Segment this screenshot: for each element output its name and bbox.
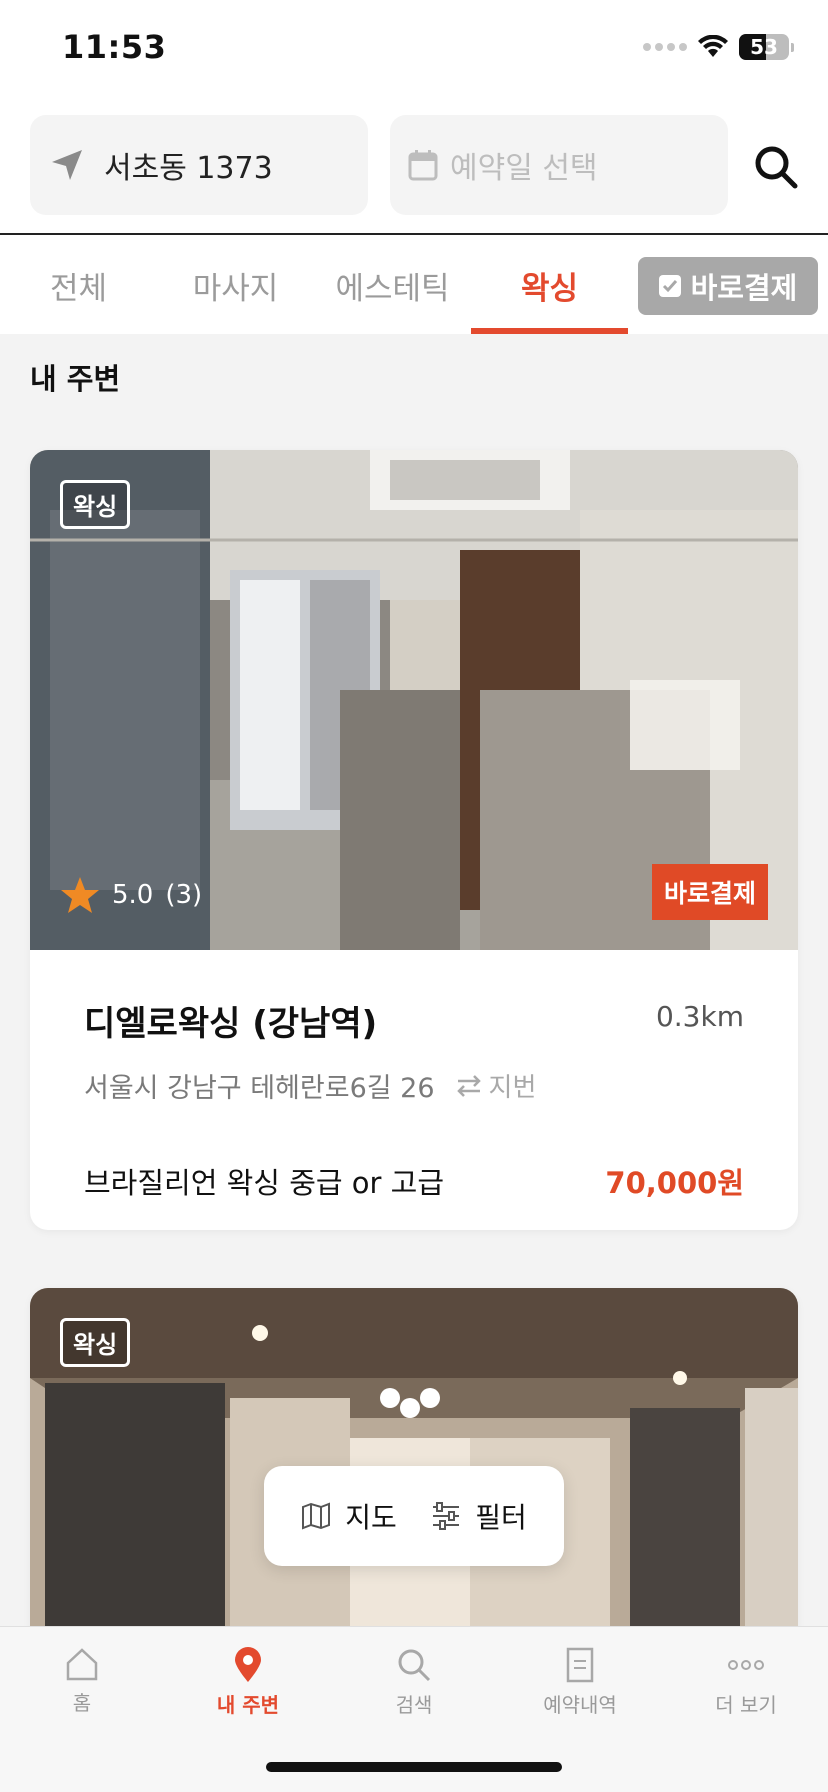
service-name: 브라질리언 왁싱 중급 or 고급 [84,1166,445,1200]
tab-waxing[interactable]: 왁싱 [471,237,628,334]
nav-bookings-label: 예약내역 [543,1693,617,1717]
checkbox-icon [658,275,681,297]
shop-info: 디엘로왁싱 (강남역) 0.3km 서울시 강남구 테헤란로6길 26 지번 브… [30,950,798,1230]
filter-label: 필터 [475,1501,527,1534]
search-icon[interactable] [752,143,800,191]
direct-pay-filter-button[interactable]: 바로결제 [638,257,818,315]
rating-score: 5.0 [112,880,154,910]
map-filter-bar: 지도 필터 [264,1466,564,1566]
battery-icon: 53 [739,34,789,60]
section-title: 내 주변 [0,334,828,420]
nav-bookings[interactable]: 예약내역 [510,1647,650,1718]
date-picker[interactable]: 예약일 선택 [390,115,728,215]
nav-nearby[interactable]: 내 주변 [178,1647,318,1718]
nav-more[interactable]: 더 보기 [676,1647,816,1718]
location-pin-icon [235,1647,261,1682]
shop-address: 서울시 강남구 테헤란로6길 26 [84,1073,435,1104]
service-price: 70,000원 [605,1166,744,1200]
map-icon [302,1502,331,1530]
date-placeholder: 예약일 선택 [450,151,598,186]
location-arrow-icon [52,150,82,180]
tab-massage[interactable]: 마사지 [157,237,314,334]
location-selector[interactable]: 서초동 1373 [30,115,368,215]
category-tag: 왁싱 [60,1318,131,1367]
shop-card[interactable]: 왁싱 [30,1288,798,1626]
nav-nearby-label: 내 주변 [216,1693,280,1717]
shop-photo: 왁싱 5.0 (3) 바로결제 [30,450,798,950]
nav-more-label: 더 보기 [715,1693,777,1717]
search-icon [398,1649,431,1682]
shop-name: 디엘로왁싱 (강남역) [84,1004,378,1044]
shop-photo: 왁싱 [30,1288,798,1626]
status-bar: 11:53 53 [0,0,828,100]
tab-all[interactable]: 전체 [0,237,157,334]
status-time: 11:53 [62,28,167,66]
category-tag: 왁싱 [60,480,131,529]
shop-list: 왁싱 5.0 (3) 바로결제 디엘로왁싱 (강남역) 0.3km 서울시 강남… [0,420,828,1626]
home-indicator [266,1762,562,1772]
nav-search-label: 검색 [395,1693,433,1717]
wifi-icon [698,35,728,57]
shop-address-row: 서울시 강남구 테헤란로6길 26 지번 [84,1066,536,1105]
location-text: 서초동 1373 [104,151,273,186]
direct-pay-badge: 바로결제 [651,864,768,920]
filter-button[interactable]: 필터 [431,1496,527,1536]
cellular-signal-icon [643,43,687,51]
rating: 5.0 (3) [60,876,202,914]
calendar-icon [408,150,438,181]
shop-distance: 0.3km [655,1000,744,1033]
nav-search[interactable]: 검색 [344,1647,484,1718]
swap-arrows-icon [456,1074,481,1097]
map-label: 지도 [345,1501,397,1534]
status-indicators: 53 [643,34,794,60]
tab-esthetic[interactable]: 에스테틱 [314,237,471,334]
more-icon [728,1660,764,1670]
nav-home[interactable]: 홈 [12,1647,152,1716]
direct-pay-label: 바로결제 [690,271,798,305]
jibun-toggle[interactable]: 지번 [455,1067,537,1104]
home-icon [66,1648,98,1681]
search-header: 서초동 1373 예약일 선택 [0,115,828,235]
star-icon [61,877,99,913]
jibun-label: 지번 [488,1073,537,1103]
document-icon [566,1647,594,1683]
battery-level: 53 [750,35,778,59]
category-tabs: 전체 마사지 에스테틱 왁싱 바로결제 [0,237,828,334]
nav-home-label: 홈 [72,1691,92,1715]
shop-card[interactable]: 왁싱 5.0 (3) 바로결제 디엘로왁싱 (강남역) 0.3km 서울시 강남… [30,450,798,1230]
review-count: (3) [165,880,203,910]
map-button[interactable]: 지도 [301,1496,397,1536]
filter-sliders-icon [433,1502,460,1530]
